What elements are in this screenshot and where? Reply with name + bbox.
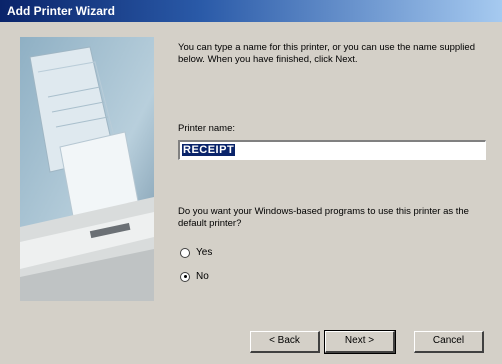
title-bar[interactable]: Add Printer Wizard	[0, 0, 502, 22]
next-button[interactable]: Next >	[324, 330, 396, 354]
printer-name-value: RECEIPT	[182, 144, 236, 156]
printer-name-label: Printer name:	[178, 123, 236, 134]
default-printer-question: Do you want your Windows-based programs …	[178, 206, 469, 229]
printer-illustration	[20, 37, 154, 301]
printer-name-input[interactable]: RECEIPT	[178, 140, 486, 160]
cancel-button[interactable]: Cancel	[414, 331, 484, 353]
radio-yes[interactable]: Yes	[180, 247, 212, 258]
add-printer-wizard-window: Add Printer Wizard You can type a name f…	[0, 0, 502, 364]
window-title: Add Printer Wizard	[7, 4, 115, 18]
radio-no[interactable]: No	[180, 271, 209, 282]
radio-yes-circle-icon[interactable]	[180, 247, 190, 258]
intro-text: You can type a name for this printer, or…	[178, 42, 475, 65]
radio-no-label: No	[196, 271, 209, 282]
radio-yes-label: Yes	[196, 247, 213, 258]
back-button[interactable]: < Back	[250, 331, 320, 353]
radio-no-circle-icon[interactable]	[180, 271, 190, 282]
